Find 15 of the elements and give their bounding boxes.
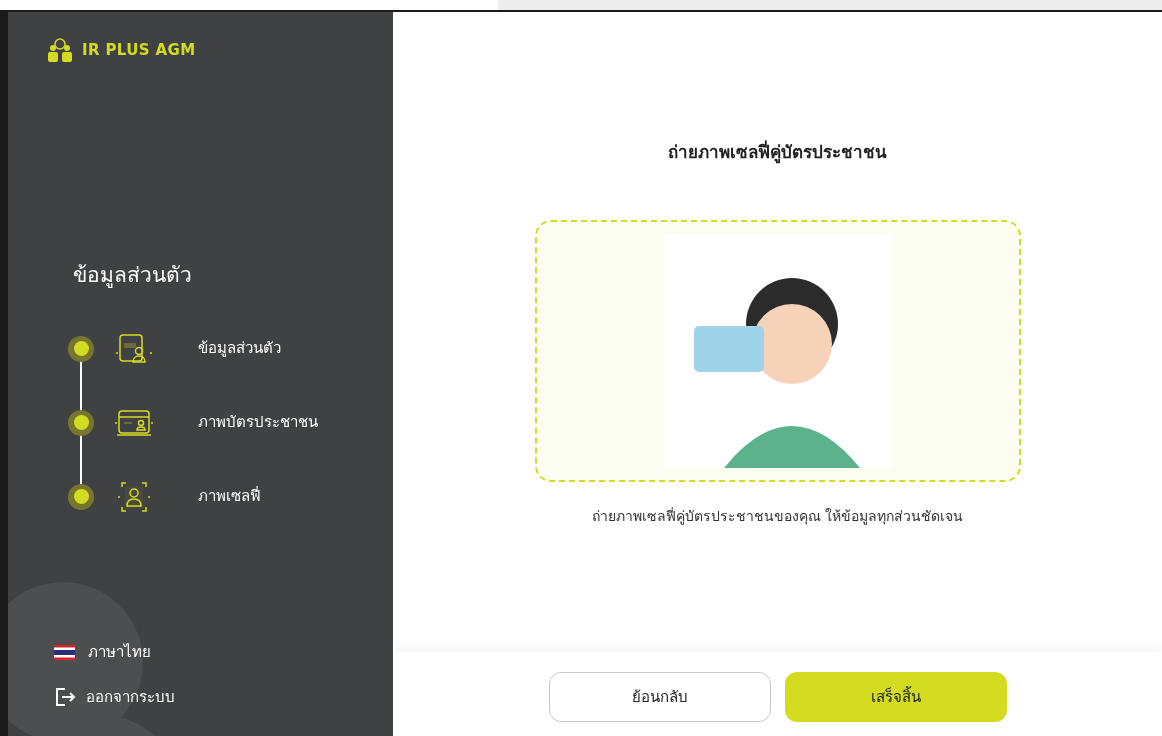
step-label[interactable]: ภาพบัตรประชาชน (198, 411, 318, 434)
instruction-text: ถ่ายภาพเซลฟี่คู่บัตรประชาชนของคุณ ให้ข้อมูลทุกส่วนชัดเจน (591, 506, 964, 527)
logout-icon (54, 685, 76, 708)
step-label[interactable]: ภาพเซลฟี่ (198, 485, 261, 508)
page-title: ถ่ายภาพเซลฟี่คู่บัตรประชาชน (668, 140, 887, 166)
step-label[interactable]: ข้อมูลส่วนตัว (198, 337, 281, 360)
finish-button[interactable]: เสร็จสิ้น (784, 672, 1007, 722)
section-title: ข้อมูลส่วนตัว (73, 262, 193, 290)
profile-card-icon (114, 332, 154, 365)
logo-text: IR PLUS AGM (82, 39, 196, 61)
logout-link[interactable]: ออกจากระบบ (86, 685, 175, 708)
language-selector[interactable]: ภาษาไทย (88, 641, 151, 664)
people-globe-logo-icon (46, 38, 74, 62)
upload-area[interactable] (534, 219, 1021, 482)
back-button[interactable]: ย้อนกลับ (548, 672, 771, 722)
